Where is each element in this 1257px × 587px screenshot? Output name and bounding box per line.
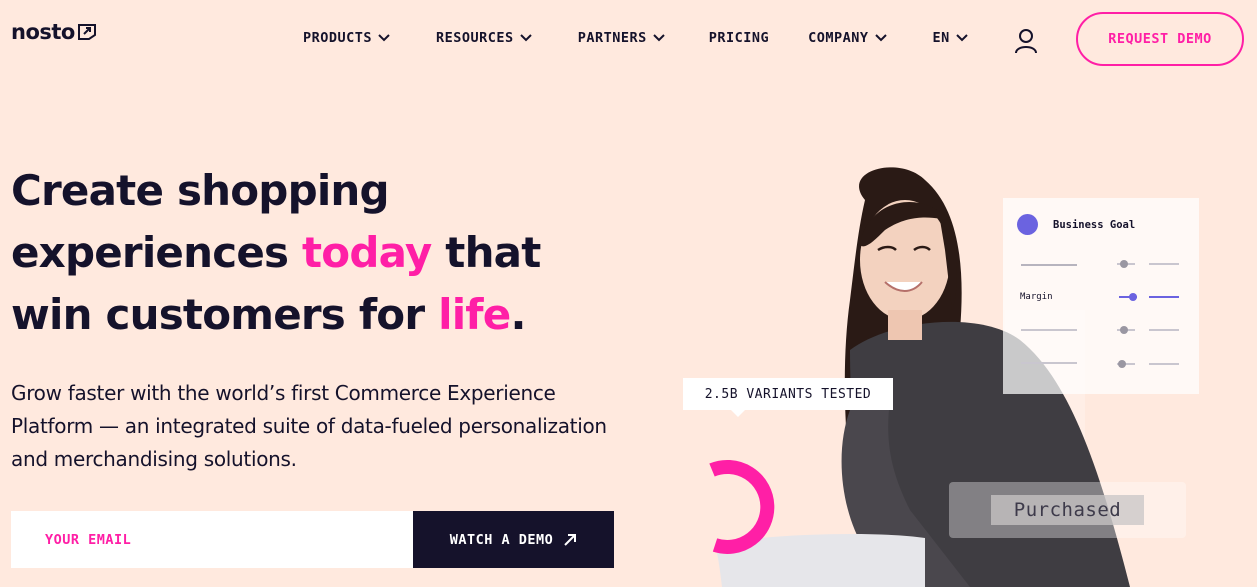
nav-partners[interactable]: PARTNERS: [578, 30, 666, 46]
purchased-card: Purchased: [949, 482, 1186, 538]
headline-highlight-today: today: [302, 228, 432, 277]
headline-line-2a: experiences: [11, 228, 303, 277]
headline-line-3a: win customers for: [11, 290, 439, 339]
language-selector[interactable]: EN: [933, 30, 969, 46]
headline-line-2b: that: [431, 228, 541, 277]
watch-demo-button[interactable]: WATCH A DEMO: [413, 511, 614, 568]
chevron-down-icon: [653, 34, 665, 42]
watch-demo-label: WATCH A DEMO: [449, 531, 554, 548]
business-goal-card: Business Goal Margin: [1003, 198, 1199, 394]
headline-highlight-life: life: [438, 290, 511, 339]
email-input[interactable]: [11, 511, 413, 568]
nav-company-label: COMPANY: [808, 30, 869, 46]
main-nav: PRODUCTS RESOURCES PARTNERS PRICING COMP…: [303, 30, 969, 46]
nav-resources-label: RESOURCES: [436, 30, 514, 46]
hero-headline: Create shopping experiences today that w…: [11, 160, 541, 346]
request-demo-button[interactable]: REQUEST DEMO: [1076, 12, 1244, 66]
nav-company[interactable]: COMPANY: [808, 30, 887, 46]
nav-pricing[interactable]: PRICING: [709, 30, 769, 46]
chevron-down-icon: [874, 34, 887, 42]
variants-tested-badge: 2.5B VARIANTS TESTED: [683, 378, 893, 417]
nav-partners-label: PARTNERS: [577, 30, 647, 46]
purchased-label: Purchased: [991, 495, 1144, 525]
user-icon[interactable]: [1013, 27, 1039, 55]
logo-text: nosto: [11, 20, 75, 44]
goal-sliders: [1021, 260, 1179, 368]
nav-resources[interactable]: RESOURCES: [436, 30, 533, 46]
nav-pricing-label: PRICING: [708, 30, 770, 46]
headline-line-1: Create shopping: [11, 166, 390, 215]
chevron-down-icon: [519, 34, 532, 42]
variants-tested-text: 2.5B VARIANTS TESTED: [704, 386, 872, 402]
nav-products-label: PRODUCTS: [303, 30, 373, 46]
nosto-logo[interactable]: nosto: [11, 20, 97, 44]
chevron-down-icon: [956, 34, 968, 42]
chevron-down-icon: [378, 34, 390, 42]
language-label: EN: [932, 30, 950, 46]
arrow-up-right-icon: [564, 533, 577, 546]
nav-products[interactable]: PRODUCTS: [303, 30, 391, 46]
hero-subtext: Grow faster with the world’s first Comme…: [11, 381, 607, 471]
logo-mark-icon: [77, 24, 96, 40]
headline-line-3b: .: [510, 290, 526, 339]
